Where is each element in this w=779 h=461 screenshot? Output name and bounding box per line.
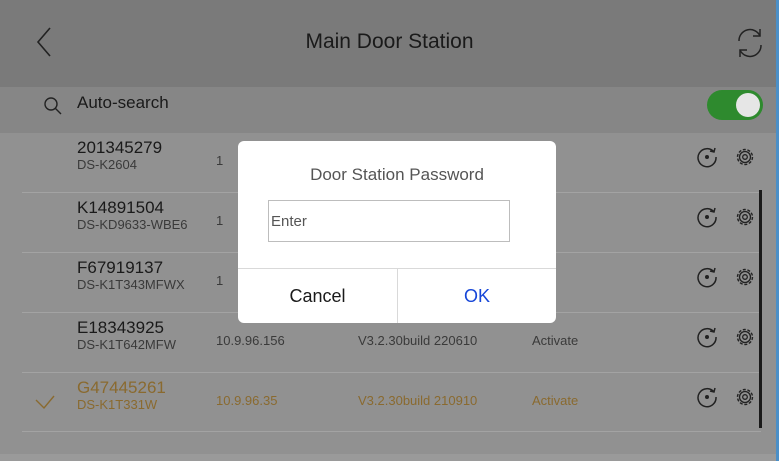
device-ip: 10.9.96.35 bbox=[216, 393, 278, 408]
auto-search-toggle[interactable] bbox=[707, 90, 763, 120]
gear-icon[interactable] bbox=[733, 145, 757, 169]
cancel-button[interactable]: Cancel bbox=[238, 269, 397, 323]
device-model: DS-K1T343MFWX bbox=[77, 277, 185, 292]
password-input[interactable] bbox=[268, 200, 510, 242]
password-dialog: Door Station Password Cancel OK bbox=[238, 141, 556, 323]
device-firmware: V3.2.30build 220610 bbox=[358, 333, 478, 348]
page-title: Main Door Station bbox=[305, 30, 474, 53]
search-icon bbox=[44, 97, 62, 115]
list-item-selected[interactable]: G47445261 DS-K1T331W 10.9.96.35 V3.2.30b… bbox=[0, 373, 779, 433]
screen: Main Door Station Auto-search 201345279 … bbox=[0, 0, 779, 461]
auto-search-label: Auto-search bbox=[77, 93, 169, 112]
bottom-edge bbox=[0, 454, 779, 461]
checkmark-icon bbox=[35, 395, 55, 410]
activate-icon[interactable] bbox=[696, 386, 718, 408]
device-ip: 1 bbox=[216, 213, 224, 228]
device-name: E18343925 bbox=[77, 318, 164, 337]
device-ip: 10.9.96.156 bbox=[216, 333, 285, 348]
gear-icon[interactable] bbox=[733, 385, 757, 409]
device-status: Activate bbox=[532, 333, 579, 348]
activate-icon[interactable] bbox=[696, 206, 718, 228]
gear-icon[interactable] bbox=[733, 205, 757, 229]
header-bar: Main Door Station bbox=[0, 0, 779, 87]
device-status: Activate bbox=[532, 393, 579, 408]
gear-icon[interactable] bbox=[733, 265, 757, 289]
activate-icon[interactable] bbox=[696, 326, 718, 348]
scrollbar[interactable] bbox=[759, 190, 762, 428]
device-ip: 1 bbox=[216, 153, 224, 168]
device-model: DS-K2604 bbox=[77, 157, 137, 172]
device-model: DS-KD9633-WBE6 bbox=[77, 217, 188, 232]
toggle-knob bbox=[736, 93, 760, 117]
device-name: K14891504 bbox=[77, 198, 164, 217]
device-name: G47445261 bbox=[77, 378, 166, 397]
device-model: DS-K1T331W bbox=[77, 397, 158, 412]
ok-button[interactable]: OK bbox=[398, 269, 556, 323]
device-model: DS-K1T642MFW bbox=[77, 337, 176, 352]
activate-icon[interactable] bbox=[696, 146, 718, 168]
list-bottom-divider bbox=[22, 431, 761, 432]
refresh-icon[interactable] bbox=[731, 24, 769, 62]
activate-icon[interactable] bbox=[696, 266, 718, 288]
device-name: F67919137 bbox=[77, 258, 164, 277]
gear-icon[interactable] bbox=[733, 325, 757, 349]
device-ip: 1 bbox=[216, 273, 224, 288]
device-name: 201345279 bbox=[77, 138, 163, 157]
device-firmware: V3.2.30build 210910 bbox=[358, 393, 478, 408]
auto-search-bar: Auto-search bbox=[0, 87, 779, 133]
dialog-title: Door Station Password bbox=[310, 165, 484, 184]
